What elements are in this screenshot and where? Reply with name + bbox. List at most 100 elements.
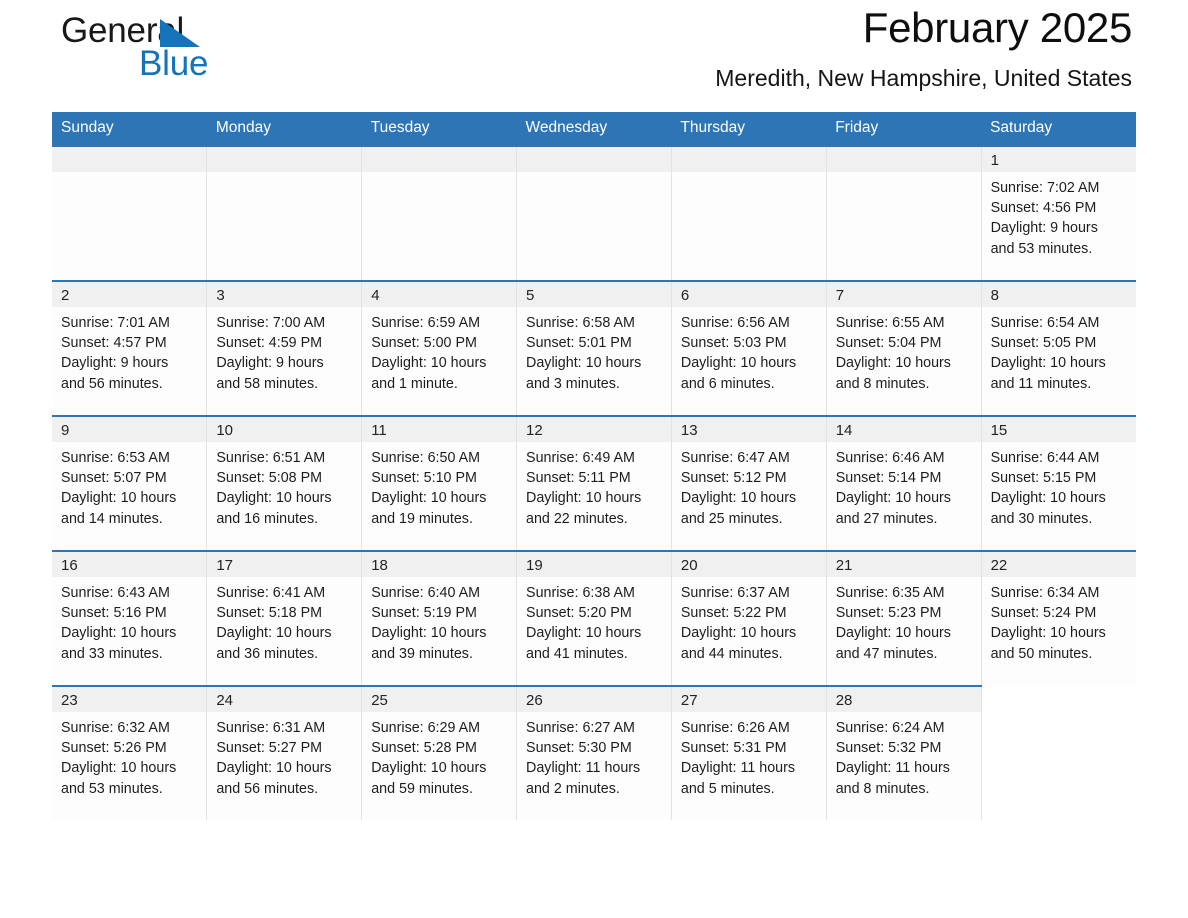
calendar-day-cell[interactable]: 22 Sunrise: 6:34 AM Sunset: 5:24 PM Dayligh… <box>980 550 1136 686</box>
day-number: 1 <box>981 147 1136 172</box>
sunset-time: Sunset: 5:04 PM <box>835 335 942 352</box>
day-details: Sunrise: 6:38 AM Sunset: 5:20 PM Daylight:… <box>517 577 671 664</box>
sunrise-time: Sunrise: 6:37 AM <box>680 585 790 601</box>
day-details: Sunrise: 6:26 AM Sunset: 5:31 PM Daylight:… <box>672 712 826 799</box>
brand-name-blue: Blue <box>139 44 209 83</box>
calendar-day-cell[interactable]: 20 Sunrise: 6:37 AM Sunset: 5:22 PM Dayligh… <box>670 550 827 686</box>
daylight-duration-line-1: Daylight: 10 hours <box>61 625 177 642</box>
day-number: 15 <box>981 417 1136 442</box>
calendar-week-row: 16 Sunrise: 6:43 AM Sunset: 5:16 PM Dayligh… <box>52 550 1136 686</box>
calendar-day-cell[interactable]: 2 Sunrise: 7:01 AM Sunset: 4:57 PM Daylight… <box>52 280 208 416</box>
day-number: 16 <box>52 552 207 577</box>
daylight-duration-line-2: and 25 minutes. <box>680 510 783 527</box>
calendar-day-cell[interactable]: 18 Sunrise: 6:40 AM Sunset: 5:19 PM Dayligh… <box>361 550 518 686</box>
day-number: 28 <box>826 687 981 712</box>
daylight-duration-line-1: Daylight: 10 hours <box>371 355 487 372</box>
calendar-day-cell[interactable]: 28 Sunrise: 6:24 AM Sunset: 5:32 PM Dayligh… <box>825 685 982 820</box>
sunrise-time: Sunrise: 6:40 AM <box>371 585 481 601</box>
calendar-day-cell-empty <box>825 145 982 281</box>
daylight-duration-line-2: and 8 minutes. <box>835 780 930 797</box>
daylight-duration-line-2: and 44 minutes. <box>680 645 783 662</box>
day-details: Sunrise: 6:51 AM Sunset: 5:08 PM Daylight:… <box>207 442 361 529</box>
daylight-duration-line-2: and 11 minutes. <box>990 375 1092 392</box>
sunset-time: Sunset: 5:18 PM <box>216 605 323 622</box>
calendar-day-cell[interactable]: 21 Sunrise: 6:35 AM Sunset: 5:23 PM Dayligh… <box>825 550 982 686</box>
sunrise-time: Sunrise: 6:35 AM <box>835 585 945 601</box>
day-number: 7 <box>826 282 981 307</box>
day-number: 12 <box>517 417 671 442</box>
daylight-duration-line-1: Daylight: 10 hours <box>680 490 797 507</box>
calendar-day-cell[interactable]: 6 Sunrise: 6:56 AM Sunset: 5:03 PM Daylight… <box>670 280 827 416</box>
calendar-day-cell[interactable]: 25 Sunrise: 6:29 AM Sunset: 5:28 PM Dayligh… <box>361 685 518 820</box>
daylight-duration-line-2: and 22 minutes. <box>526 510 628 527</box>
calendar-day-cell[interactable]: 24 Sunrise: 6:31 AM Sunset: 5:27 PM Dayligh… <box>206 685 363 820</box>
sunset-time: Sunset: 5:24 PM <box>990 605 1097 622</box>
calendar-day-cell[interactable]: 5 Sunrise: 6:58 AM Sunset: 5:01 PM Daylight… <box>516 280 672 416</box>
triangle-logo-icon <box>160 19 200 47</box>
sunset-time: Sunset: 5:05 PM <box>990 335 1097 352</box>
calendar-day-cell[interactable]: 1 Sunrise: 7:02 AM Sunset: 4:56 PM Daylight… <box>980 145 1136 281</box>
daylight-duration-line-1: Daylight: 9 hours <box>61 355 169 372</box>
daylight-duration-line-2: and 59 minutes. <box>371 780 473 797</box>
calendar-day-cell[interactable]: 17 Sunrise: 6:41 AM Sunset: 5:18 PM Dayligh… <box>206 550 363 686</box>
calendar-week-row: 9 Sunrise: 6:53 AM Sunset: 5:07 PM Daylight… <box>52 415 1136 551</box>
day-number: 20 <box>671 552 826 577</box>
sunrise-time: Sunrise: 6:32 AM <box>61 720 170 736</box>
weekday-header-thursday: Thursday <box>671 112 827 146</box>
calendar-day-cell[interactable]: 10 Sunrise: 6:51 AM Sunset: 5:08 PM Dayligh… <box>206 415 363 551</box>
day-number: 24 <box>207 687 362 712</box>
day-details: Sunrise: 7:01 AM Sunset: 4:57 PM Daylight:… <box>52 307 206 394</box>
sunset-time: Sunset: 5:27 PM <box>216 740 323 757</box>
calendar-day-cell[interactable]: 16 Sunrise: 6:43 AM Sunset: 5:16 PM Dayligh… <box>52 550 208 686</box>
general-blue-logo[interactable]: General Blue <box>61 11 281 91</box>
sunrise-time: Sunrise: 6:44 AM <box>990 450 1100 466</box>
calendar-day-cell[interactable]: 3 Sunrise: 7:00 AM Sunset: 4:59 PM Daylight… <box>206 280 363 416</box>
sunrise-time: Sunrise: 6:56 AM <box>680 315 790 331</box>
daylight-duration-line-1: Daylight: 9 hours <box>216 355 324 372</box>
calendar-day-cell[interactable]: 27 Sunrise: 6:26 AM Sunset: 5:31 PM Dayligh… <box>670 685 827 820</box>
calendar-day-cell[interactable]: 11 Sunrise: 6:50 AM Sunset: 5:10 PM Dayligh… <box>361 415 518 551</box>
calendar-week-row: 2 Sunrise: 7:01 AM Sunset: 4:57 PM Daylight… <box>52 280 1136 416</box>
day-details: Sunrise: 6:55 AM Sunset: 5:04 PM Daylight:… <box>827 307 981 394</box>
daylight-duration-line-1: Daylight: 10 hours <box>835 355 951 372</box>
day-details: Sunrise: 6:46 AM Sunset: 5:14 PM Daylight:… <box>827 442 981 529</box>
daylight-duration-line-1: Daylight: 10 hours <box>216 625 332 642</box>
day-number: 17 <box>207 552 362 577</box>
sunrise-time: Sunrise: 7:02 AM <box>990 180 1100 196</box>
calendar-day-cell[interactable]: 12 Sunrise: 6:49 AM Sunset: 5:11 PM Dayligh… <box>516 415 672 551</box>
day-number <box>517 147 671 172</box>
sunrise-time: Sunrise: 6:53 AM <box>61 450 170 466</box>
calendar-day-cell[interactable]: 13 Sunrise: 6:47 AM Sunset: 5:12 PM Dayligh… <box>670 415 827 551</box>
day-number <box>671 147 826 172</box>
calendar-day-cell[interactable]: 8 Sunrise: 6:54 AM Sunset: 5:05 PM Daylight… <box>980 280 1136 416</box>
day-details: Sunrise: 6:31 AM Sunset: 5:27 PM Daylight:… <box>207 712 361 799</box>
calendar-day-cell[interactable]: 15 Sunrise: 6:44 AM Sunset: 5:15 PM Dayligh… <box>980 415 1136 551</box>
sunset-time: Sunset: 5:08 PM <box>216 470 323 487</box>
calendar-day-cell[interactable]: 14 Sunrise: 6:46 AM Sunset: 5:14 PM Dayligh… <box>825 415 982 551</box>
calendar-day-cell[interactable]: 4 Sunrise: 6:59 AM Sunset: 5:00 PM Daylight… <box>361 280 518 416</box>
sunrise-time: Sunrise: 6:46 AM <box>835 450 945 466</box>
sunrise-time: Sunrise: 6:49 AM <box>526 450 635 466</box>
calendar-day-cell[interactable]: 7 Sunrise: 6:55 AM Sunset: 5:04 PM Daylight… <box>825 280 982 416</box>
calendar-day-cell[interactable]: 26 Sunrise: 6:27 AM Sunset: 5:30 PM Dayligh… <box>516 685 672 820</box>
daylight-duration-line-1: Daylight: 10 hours <box>835 490 951 507</box>
sunrise-time: Sunrise: 6:31 AM <box>216 720 326 736</box>
sunset-time: Sunset: 5:12 PM <box>680 470 787 487</box>
day-number: 26 <box>517 687 671 712</box>
daylight-duration-line-1: Daylight: 10 hours <box>526 490 642 507</box>
sunrise-time: Sunrise: 6:43 AM <box>61 585 170 601</box>
daylight-duration-line-2: and 33 minutes. <box>61 645 163 662</box>
sunrise-time: Sunrise: 6:26 AM <box>680 720 790 736</box>
day-number: 3 <box>207 282 362 307</box>
calendar-day-cell[interactable]: 9 Sunrise: 6:53 AM Sunset: 5:07 PM Daylight… <box>52 415 208 551</box>
daylight-duration-line-1: Daylight: 10 hours <box>61 490 177 507</box>
sunset-time: Sunset: 5:01 PM <box>526 335 632 352</box>
sunset-time: Sunset: 5:10 PM <box>371 470 477 487</box>
day-number: 23 <box>52 687 207 712</box>
calendar-day-cell[interactable]: 19 Sunrise: 6:38 AM Sunset: 5:20 PM Dayligh… <box>516 550 672 686</box>
daylight-duration-line-2: and 39 minutes. <box>371 645 473 662</box>
day-number: 8 <box>981 282 1136 307</box>
calendar-day-cell[interactable]: 23 Sunrise: 6:32 AM Sunset: 5:26 PM Dayligh… <box>52 685 208 820</box>
sunrise-time: Sunrise: 6:58 AM <box>526 315 635 331</box>
daylight-duration-line-2: and 3 minutes. <box>526 375 620 392</box>
